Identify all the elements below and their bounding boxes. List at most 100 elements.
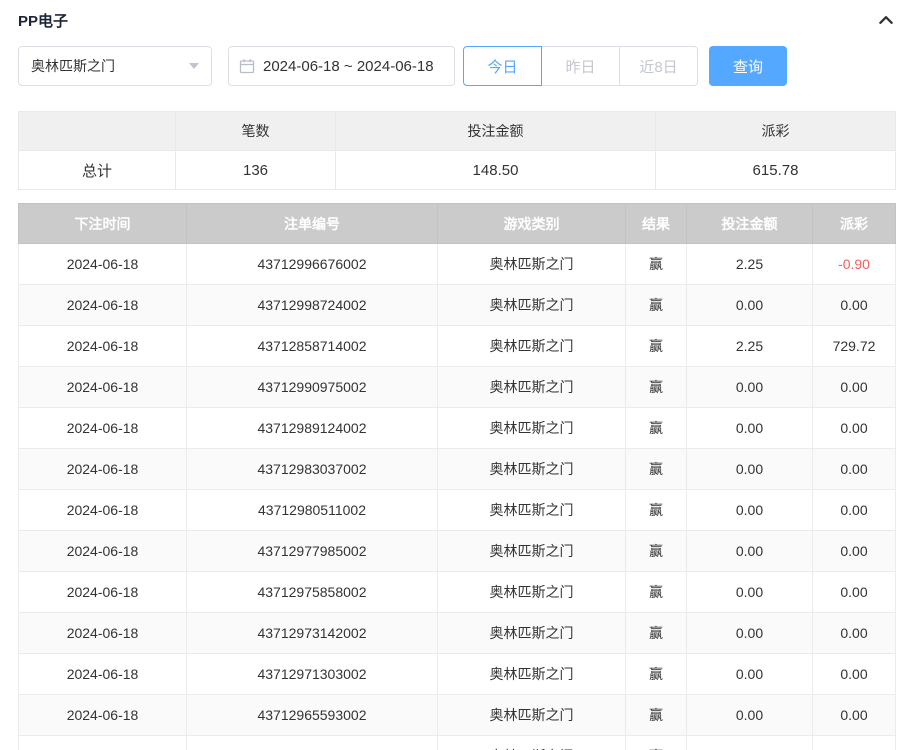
summary-total-row: 总计 136 148.50 615.78 <box>19 151 896 190</box>
order-no-cell: 43712975858002 <box>187 572 438 613</box>
payout-cell: 0.00 <box>813 695 896 736</box>
game-type-cell: 奥林匹斯之门 <box>438 490 626 531</box>
summary-header-count: 笔数 <box>176 112 336 151</box>
result-cell: 赢 <box>626 326 687 367</box>
summary-table: 笔数 投注金额 派彩 总计 136 148.50 615.78 <box>18 111 896 190</box>
order-no-cell: 43712977985002 <box>187 531 438 572</box>
date-range-input[interactable]: 2024-06-18 ~ 2024-06-18 <box>228 46 455 86</box>
result-cell: 赢 <box>626 490 687 531</box>
date-range-value: 2024-06-18 ~ 2024-06-18 <box>263 58 434 75</box>
table-row: 2024-06-18 43712989124002 奥林匹斯之门 赢 0.00 … <box>19 408 896 449</box>
bet-time-cell: 2024-06-18 <box>19 449 187 490</box>
bet-time-cell: 2024-06-18 <box>19 654 187 695</box>
bet-amount-cell: 0.00 <box>687 695 813 736</box>
payout-cell: -0.90 <box>813 244 896 285</box>
payout-cell: 0.00 <box>813 572 896 613</box>
payout-cell: 0.00 <box>813 367 896 408</box>
game-type-cell: 奥林匹斯之门 <box>438 531 626 572</box>
table-row: 2024-06-18 43712975858002 奥林匹斯之门 赢 0.00 … <box>19 572 896 613</box>
result-cell: 赢 <box>626 285 687 326</box>
bet-amount-cell: 0.00 <box>687 531 813 572</box>
bet-amount-cell: 0.00 <box>687 408 813 449</box>
game-type-cell: 奥林匹斯之门 <box>438 572 626 613</box>
bet-time-cell: 2024-06-18 <box>19 244 187 285</box>
game-type-cell: 奥林匹斯之门 <box>438 326 626 367</box>
payout-cell: 0.00 <box>813 408 896 449</box>
bet-amount-cell: 0.00 <box>687 654 813 695</box>
summary-header-payout: 派彩 <box>656 112 896 151</box>
payout-cell: 729.72 <box>813 326 896 367</box>
bet-time-cell: 2024-06-18 <box>19 367 187 408</box>
game-select[interactable]: 奥林匹斯之门 <box>18 46 212 86</box>
summary-total-count: 136 <box>176 151 336 190</box>
summary-total-payout: 615.78 <box>656 151 896 190</box>
bet-amount-cell: 2.25 <box>687 244 813 285</box>
bet-time-cell: 2024-06-18 <box>19 695 187 736</box>
bet-time-cell: 2024-06-18 <box>19 326 187 367</box>
game-type-cell: 奥林匹斯之门 <box>438 285 626 326</box>
bet-amount-cell: 0.00 <box>687 285 813 326</box>
table-row: 2024-06-18 43712998724002 奥林匹斯之门 赢 0.00 … <box>19 285 896 326</box>
result-cell: 赢 <box>626 613 687 654</box>
bet-amount-cell: 0.00 <box>687 736 813 750</box>
summary-header-empty <box>19 112 176 151</box>
col-header-bet-time: 下注时间 <box>19 204 187 244</box>
table-row: 2024-06-18 43712973142002 奥林匹斯之门 赢 0.00 … <box>19 613 896 654</box>
result-cell: 赢 <box>626 572 687 613</box>
query-button[interactable]: 查询 <box>709 46 787 86</box>
result-cell: 赢 <box>626 695 687 736</box>
bet-amount-cell: 0.00 <box>687 572 813 613</box>
bet-time-cell: 2024-06-18 <box>19 736 187 750</box>
quick-range-button-group: 今日 昨日 近8日 <box>463 46 698 86</box>
filter-bar: 奥林匹斯之门 2024-06-18 ~ 2024-06-18 今日 昨日 近8日… <box>18 46 895 86</box>
today-button[interactable]: 今日 <box>463 46 542 86</box>
page-title: PP电子 <box>18 10 68 31</box>
summary-total-bet-amount: 148.50 <box>336 151 656 190</box>
payout-cell: 0.00 <box>813 736 896 750</box>
bet-amount-cell: 0.00 <box>687 613 813 654</box>
result-cell: 赢 <box>626 531 687 572</box>
panel-header: PP电子 <box>18 0 895 32</box>
bet-time-cell: 2024-06-18 <box>19 285 187 326</box>
bet-time-cell: 2024-06-18 <box>19 408 187 449</box>
bet-time-cell: 2024-06-18 <box>19 572 187 613</box>
result-cell: 赢 <box>626 408 687 449</box>
table-row: 2024-06-18 43712965593002 奥林匹斯之门 赢 0.00 … <box>19 695 896 736</box>
game-type-cell: 奥林匹斯之门 <box>438 613 626 654</box>
payout-cell: 0.00 <box>813 654 896 695</box>
bet-table-body: 2024-06-18 43712996676002 奥林匹斯之门 赢 2.25 … <box>19 244 896 750</box>
bet-amount-cell: 2.25 <box>687 326 813 367</box>
col-header-payout: 派彩 <box>813 204 896 244</box>
result-cell: 赢 <box>626 449 687 490</box>
bet-time-cell: 2024-06-18 <box>19 531 187 572</box>
bet-time-cell: 2024-06-18 <box>19 490 187 531</box>
table-row: 2024-06-18 43712996676002 奥林匹斯之门 赢 2.25 … <box>19 244 896 285</box>
collapse-chevron-up-icon[interactable] <box>877 11 895 29</box>
bet-time-cell: 2024-06-18 <box>19 613 187 654</box>
summary-header-row: 笔数 投注金额 派彩 <box>19 112 896 151</box>
payout-cell: 0.00 <box>813 490 896 531</box>
order-no-cell: 43712858714002 <box>187 326 438 367</box>
game-select-value: 奥林匹斯之门 <box>31 56 115 76</box>
game-type-cell: 奥林匹斯之门 <box>438 695 626 736</box>
order-no-cell: 43712983037002 <box>187 449 438 490</box>
payout-cell: 0.00 <box>813 531 896 572</box>
order-no-cell: 43712980511002 <box>187 490 438 531</box>
last-8-days-button[interactable]: 近8日 <box>619 46 698 86</box>
calendar-icon <box>239 58 255 74</box>
result-cell: 赢 <box>626 244 687 285</box>
order-no-cell: 43712990975002 <box>187 367 438 408</box>
col-header-order-no: 注单编号 <box>187 204 438 244</box>
table-row: 2024-06-18 43712977985002 奥林匹斯之门 赢 0.00 … <box>19 531 896 572</box>
bet-amount-cell: 0.00 <box>687 367 813 408</box>
bet-amount-cell: 0.00 <box>687 449 813 490</box>
table-row: 2024-06-18 43712971303002 奥林匹斯之门 赢 0.00 … <box>19 654 896 695</box>
yesterday-button[interactable]: 昨日 <box>541 46 620 86</box>
payout-cell: 0.00 <box>813 285 896 326</box>
table-row: 2024-06-18 43712990975002 奥林匹斯之门 赢 0.00 … <box>19 367 896 408</box>
order-no-cell: 43712973142002 <box>187 613 438 654</box>
col-header-result: 结果 <box>626 204 687 244</box>
game-type-cell: 奥林匹斯之门 <box>438 449 626 490</box>
game-type-cell: 奥林匹斯之门 <box>438 408 626 449</box>
table-row: 2024-06-18 43712858714002 奥林匹斯之门 赢 2.25 … <box>19 326 896 367</box>
